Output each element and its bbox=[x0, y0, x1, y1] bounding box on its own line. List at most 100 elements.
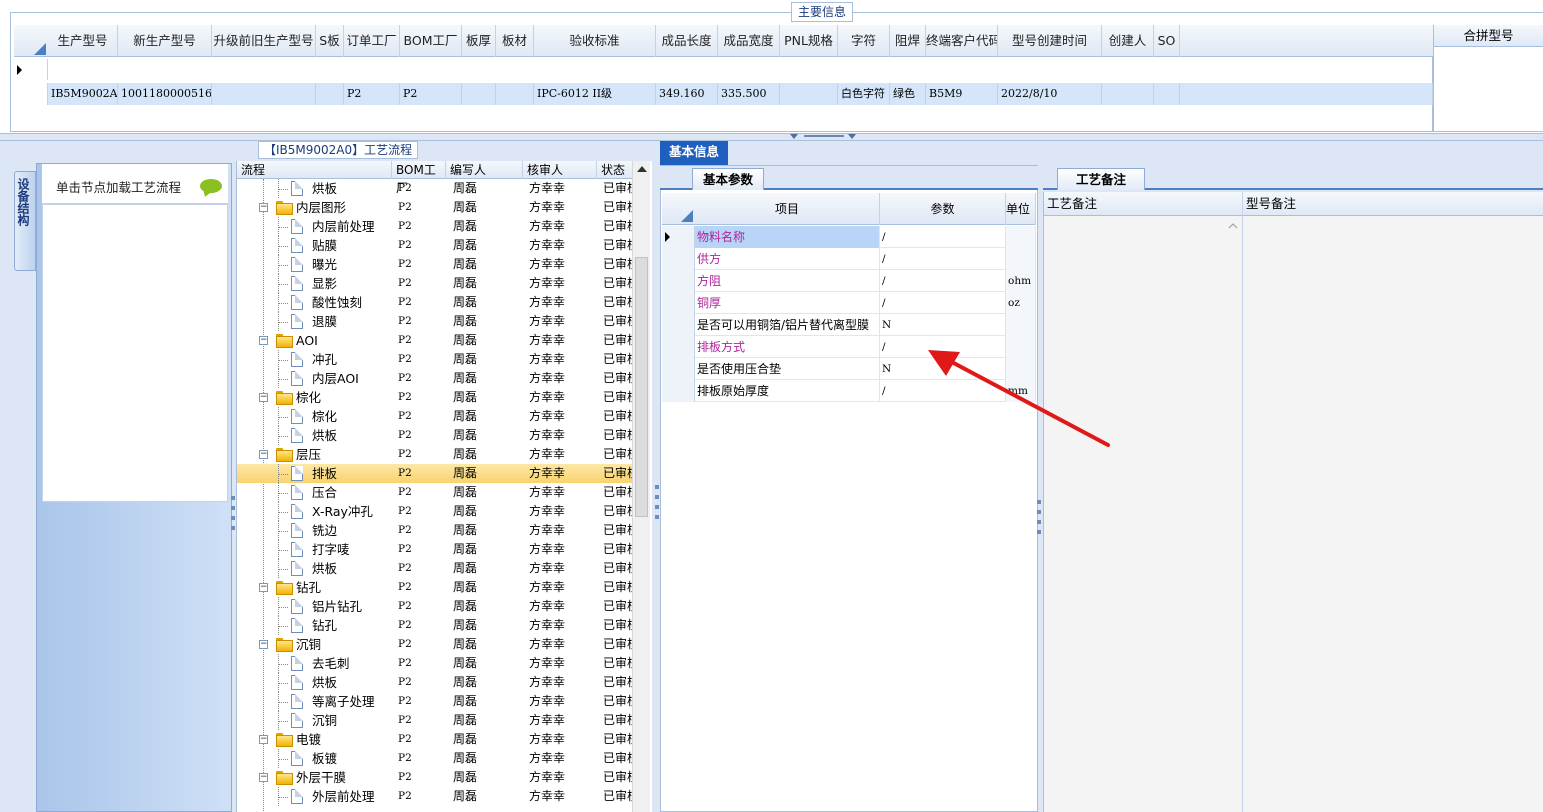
table-cell[interactable]: IB5M9002A0 bbox=[48, 83, 118, 105]
tree-row[interactable]: 退膜 P2 周磊 方幸幸 已审核 bbox=[237, 312, 637, 331]
column-header[interactable]: 板厚 bbox=[462, 25, 496, 57]
tree-row[interactable]: 板镀 P2 周磊 方幸幸 已审核 bbox=[237, 749, 637, 768]
tree-row[interactable]: 打字唛 P2 周磊 方幸幸 已审核 bbox=[237, 540, 637, 559]
tree-row[interactable]: 去毛刺 P2 周磊 方幸幸 已审核 bbox=[237, 654, 637, 673]
tree-row[interactable]: 烘板 P2 周磊 方幸幸 已审核 bbox=[237, 426, 637, 445]
param-value-field[interactable]: / bbox=[880, 292, 1006, 314]
table-cell[interactable] bbox=[212, 83, 316, 105]
tab-basic-info[interactable]: 基本信息 bbox=[660, 141, 728, 165]
column-header[interactable]: 编写人 bbox=[446, 161, 523, 179]
column-header[interactable]: 流程 bbox=[237, 161, 392, 179]
column-header[interactable]: 成品宽度 bbox=[718, 25, 780, 57]
column-header[interactable]: 核审人 bbox=[523, 161, 597, 179]
table-cell[interactable] bbox=[780, 83, 838, 105]
column-header[interactable]: BOM工厂 bbox=[392, 161, 446, 195]
table-row[interactable]: IB5M9002A0 10011800005161 P2 P2 IPC-6012 II级… bbox=[14, 83, 1433, 105]
collapse-icon[interactable]: − bbox=[259, 640, 268, 649]
side-tab-equipment-structure[interactable]: 设备结构 bbox=[14, 171, 36, 271]
column-header[interactable]: 订单工厂 bbox=[344, 25, 400, 57]
column-header[interactable]: 升级前旧生产型号 bbox=[212, 25, 316, 57]
tree-row[interactable]: 外层前处理 P2 周磊 方幸幸 已审核 bbox=[237, 787, 637, 806]
tree-row[interactable]: − 内层图形 P2 周磊 方幸幸 已审核 bbox=[237, 198, 637, 217]
tree-row[interactable]: 沉铜 P2 周磊 方幸幸 已审核 bbox=[237, 711, 637, 730]
middle-splitter-grip-icon[interactable] bbox=[654, 485, 660, 555]
column-header[interactable]: 参数 bbox=[880, 193, 1006, 225]
table-cell[interactable] bbox=[462, 83, 496, 105]
param-row[interactable]: 是否可以用铜箔/铝片替代离型膜 N bbox=[662, 314, 1036, 336]
left-node-area[interactable] bbox=[42, 204, 228, 502]
column-header[interactable]: 型号创建时间 bbox=[998, 25, 1102, 57]
tree-row[interactable]: 钻孔 P2 周磊 方幸幸 已审核 bbox=[237, 616, 637, 635]
table-cell[interactable]: P2 bbox=[344, 83, 400, 105]
param-value-field[interactable]: / bbox=[880, 226, 1006, 248]
collapse-icon[interactable]: − bbox=[259, 773, 268, 782]
tree-row[interactable]: 显影 P2 周磊 方幸幸 已审核 bbox=[237, 274, 637, 293]
merge-model-list[interactable] bbox=[1433, 47, 1543, 131]
table-cell[interactable]: P2 bbox=[400, 83, 462, 105]
column-header[interactable]: PNL规格 bbox=[780, 25, 838, 57]
tree-row[interactable]: − 层压 P2 周磊 方幸幸 已审核 bbox=[237, 445, 637, 464]
column-header[interactable]: SO bbox=[1154, 25, 1180, 57]
param-value-field[interactable]: / bbox=[880, 248, 1006, 270]
column-header[interactable]: 项目 bbox=[695, 193, 880, 225]
table-cell[interactable] bbox=[496, 83, 534, 105]
table-cell[interactable]: 349.160 bbox=[656, 83, 718, 105]
column-header[interactable]: BOM工厂 bbox=[400, 25, 462, 57]
column-header[interactable]: 板材 bbox=[496, 25, 534, 57]
collapse-icon[interactable]: − bbox=[259, 735, 268, 744]
tab-craft-notes[interactable]: 工艺备注 bbox=[1057, 168, 1145, 190]
table-cell[interactable]: 335.500 bbox=[718, 83, 780, 105]
tree-row[interactable]: − 钻孔 P2 周磊 方幸幸 已审核 bbox=[237, 578, 637, 597]
row-indicator[interactable] bbox=[14, 59, 48, 80]
tree-row[interactable]: X-Ray冲孔 P2 周磊 方幸幸 已审核 bbox=[237, 502, 637, 521]
tree-row[interactable]: 曝光 P2 周磊 方幸幸 已审核 bbox=[237, 255, 637, 274]
table-cell[interactable]: 绿色 bbox=[890, 83, 926, 105]
column-header[interactable]: 状态 bbox=[597, 161, 637, 179]
table-cell[interactable]: B5M9 bbox=[926, 83, 998, 105]
tree-row[interactable]: 酸性蚀刻 P2 周磊 方幸幸 已审核 bbox=[237, 293, 637, 312]
collapse-icon[interactable]: − bbox=[259, 393, 268, 402]
row-indicator[interactable] bbox=[662, 226, 695, 248]
tree-row[interactable]: 烘板 P2 周磊 方幸幸 已审核 bbox=[237, 673, 637, 692]
tree-row[interactable]: 冲孔 P2 周磊 方幸幸 已审核 bbox=[237, 350, 637, 369]
table-cell[interactable] bbox=[316, 83, 344, 105]
row-indicator[interactable] bbox=[662, 380, 695, 402]
table-cell[interactable]: IPC-6012 II级 bbox=[534, 83, 656, 105]
row-indicator[interactable] bbox=[662, 292, 695, 314]
table-cell[interactable] bbox=[1102, 83, 1154, 105]
tree-row[interactable]: − 沉铜 P2 周磊 方幸幸 已审核 bbox=[237, 635, 637, 654]
collapse-icon[interactable]: − bbox=[259, 450, 268, 459]
collapse-icon[interactable]: − bbox=[259, 336, 268, 345]
param-value-field[interactable]: / bbox=[880, 270, 1006, 292]
tree-row[interactable]: 内层AOI P2 周磊 方幸幸 已审核 bbox=[237, 369, 637, 388]
column-header[interactable]: 新生产型号 bbox=[118, 25, 212, 57]
tree-row[interactable]: − 棕化 P2 周磊 方幸幸 已审核 bbox=[237, 388, 637, 407]
param-row[interactable]: 供方 / bbox=[662, 248, 1036, 270]
collapse-icon[interactable]: − bbox=[259, 583, 268, 592]
tree-row[interactable]: 烘板 P2 周磊 方幸幸 已审核 bbox=[237, 179, 637, 198]
tree-row[interactable]: 贴膜 P2 周磊 方幸幸 已审核 bbox=[237, 236, 637, 255]
column-header[interactable]: 字符 bbox=[838, 25, 890, 57]
column-header[interactable]: 单位 bbox=[1006, 193, 1036, 225]
tree-row[interactable]: − AOI P2 周磊 方幸幸 已审核 bbox=[237, 331, 637, 350]
tree-row[interactable]: 铝片钻孔 P2 周磊 方幸幸 已审核 bbox=[237, 597, 637, 616]
horizontal-splitter[interactable] bbox=[0, 133, 1543, 141]
tree-row[interactable]: 内层前处理 P2 周磊 方幸幸 已审核 bbox=[237, 217, 637, 236]
row-indicator[interactable] bbox=[662, 248, 695, 270]
load-process-button[interactable]: 单击节点加载工艺流程 bbox=[42, 164, 228, 204]
param-row[interactable]: 物料名称 / bbox=[662, 226, 1036, 248]
column-header[interactable]: 成品长度 bbox=[656, 25, 718, 57]
tree-row[interactable]: 铣边 P2 周磊 方幸幸 已审核 bbox=[237, 521, 637, 540]
scroll-thumb[interactable] bbox=[635, 257, 648, 517]
collapse-icon[interactable]: − bbox=[259, 203, 268, 212]
column-header[interactable]: S板 bbox=[316, 25, 344, 57]
table-cell[interactable]: 10011800005161 bbox=[118, 83, 212, 105]
tree-row[interactable]: 等离子处理 P2 周磊 方幸幸 已审核 bbox=[237, 692, 637, 711]
grid-corner-icon[interactable] bbox=[14, 26, 48, 58]
tree-row[interactable]: − 电镀 P2 周磊 方幸幸 已审核 bbox=[237, 730, 637, 749]
scroll-up-icon[interactable] bbox=[1228, 222, 1238, 230]
tree-row[interactable]: 烘板 P2 周磊 方幸幸 已审核 bbox=[237, 559, 637, 578]
process-scrollbar[interactable] bbox=[632, 161, 650, 812]
grid-corner-icon[interactable] bbox=[662, 193, 695, 225]
column-header[interactable]: 终端客户代码 bbox=[926, 25, 998, 57]
